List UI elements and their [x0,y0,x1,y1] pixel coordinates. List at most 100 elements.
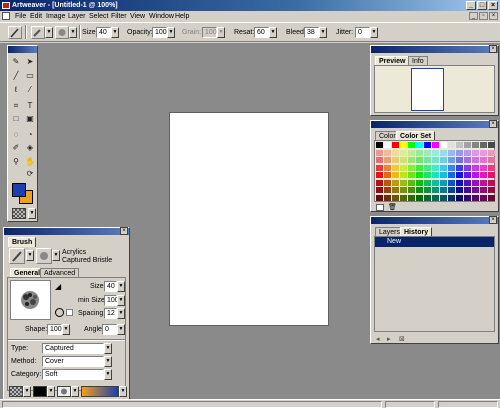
color-swatch[interactable] [464,194,471,201]
color-swatch[interactable] [448,157,455,163]
color-swatch[interactable] [448,149,455,156]
color-swatch[interactable] [376,142,383,148]
color-swatch[interactable] [432,194,439,201]
document-icon[interactable] [2,12,10,20]
color-swatch[interactable] [464,179,471,186]
magic-wand-icon[interactable]: ⁄ [24,84,36,95]
color-swatch[interactable] [424,149,431,156]
color-swatch[interactable] [384,172,391,178]
pattern-dropdown[interactable]: ▼ [47,386,55,397]
brush-size-dropdown[interactable]: ▼ [117,281,125,292]
color-swatch[interactable] [424,172,431,178]
color-swatch[interactable] [400,172,407,178]
color-swatch[interactable] [416,194,423,201]
color-swatch[interactable] [448,179,455,186]
menu-filter[interactable]: Filter [111,11,127,22]
maximize-button[interactable]: □ [477,1,487,10]
color-swatch[interactable] [480,179,487,186]
color-swatch[interactable] [408,149,415,156]
menu-image[interactable]: Image [46,11,65,22]
color-swatch[interactable] [440,164,447,171]
color-swatch[interactable] [440,149,447,156]
color-swatch[interactable] [448,164,455,171]
color-swatch[interactable] [376,187,383,193]
document-canvas[interactable] [169,112,329,326]
color-swatch[interactable] [488,157,495,163]
preview-thumbnail[interactable] [411,68,444,111]
color-swatch[interactable] [384,194,391,201]
color-swatch[interactable] [456,149,463,156]
bleed-field[interactable]: 38 [304,27,319,38]
color-swatch[interactable] [416,172,423,178]
texture-swatch[interactable] [9,386,23,397]
minimize-button[interactable]: _ [466,1,476,10]
color-swatch[interactable] [432,142,439,148]
new-swatch-icon[interactable] [376,204,384,211]
color-swatch[interactable] [416,149,423,156]
color-swatch[interactable] [472,142,479,148]
nozzle-swatch[interactable] [57,386,71,397]
color-swatch-grid[interactable] [374,140,495,202]
color-swatch[interactable] [416,142,423,148]
eraser-icon[interactable]: ◌ [10,129,22,140]
texture-dropdown[interactable]: ▼ [23,386,31,397]
history-delete-icon[interactable]: ⊠ [399,335,405,343]
color-swatch[interactable] [456,164,463,171]
color-swatch[interactable] [472,157,479,163]
gradient-icon[interactable]: ▣ [24,113,36,124]
color-swatch[interactable] [440,187,447,193]
color-swatch[interactable] [448,187,455,193]
color-swatch[interactable] [488,142,495,148]
color-swatch[interactable] [480,164,487,171]
color-swatch[interactable] [432,164,439,171]
brush-category-thumb-icon[interactable] [9,248,25,264]
color-swatch[interactable] [400,164,407,171]
nozzle-dropdown[interactable]: ▼ [71,386,79,397]
color-swatch[interactable] [408,164,415,171]
angle-field[interactable]: 0 [102,324,117,335]
menu-help[interactable]: Help [175,11,189,22]
color-swatch[interactable] [376,172,383,178]
color-swatch[interactable] [488,179,495,186]
color-swatch[interactable] [456,194,463,201]
color-swatch[interactable] [400,142,407,148]
color-swatch[interactable] [408,194,415,201]
color-swatch[interactable] [472,149,479,156]
paper-texture-swatch[interactable] [12,208,26,219]
history-close-icon[interactable]: × [489,216,497,224]
color-swatch[interactable] [384,187,391,193]
color-swatch[interactable] [376,157,383,163]
color-swatch[interactable] [408,172,415,178]
category-select[interactable]: Soft [42,369,104,380]
color-swatch[interactable] [448,194,455,201]
color-swatch[interactable] [480,172,487,178]
jitter-field[interactable]: 0 [355,27,370,38]
color-swatch[interactable] [400,179,407,186]
color-swatch[interactable] [400,157,407,163]
app-icon[interactable] [2,2,10,9]
resat-dropdown[interactable]: ▼ [269,27,277,38]
color-swatch[interactable] [424,187,431,193]
color-swatch[interactable] [480,187,487,193]
paper-texture-dropdown[interactable]: ▼ [28,208,36,219]
history-row[interactable]: New [375,237,494,247]
text-icon[interactable]: T [24,100,36,111]
size-dropdown[interactable]: ▼ [111,27,119,38]
bleed-dropdown[interactable]: ▼ [319,27,327,38]
color-swatch[interactable] [400,187,407,193]
gradient-dropdown[interactable]: ▼ [119,386,127,397]
method-select[interactable]: Cover [42,356,104,367]
eyedropper-icon[interactable]: ✐ [10,142,22,153]
color-swatch[interactable] [416,187,423,193]
color-swatch[interactable] [384,142,391,148]
rectangle-select-icon[interactable]: ▭ [24,70,36,81]
color-swatch[interactable] [440,157,447,163]
doc-restore-button[interactable]: ▫ [479,12,488,20]
brush-variant-thumb-icon[interactable] [36,248,52,264]
history-undo-icon[interactable]: ◂ [376,335,380,343]
color-swatch[interactable] [376,164,383,171]
color-swatch[interactable] [488,194,495,201]
brush-shape-icon[interactable]: ◢ [55,282,61,291]
color-swatch[interactable] [424,157,431,163]
brush-category-dropdown[interactable]: ▼ [45,27,53,38]
